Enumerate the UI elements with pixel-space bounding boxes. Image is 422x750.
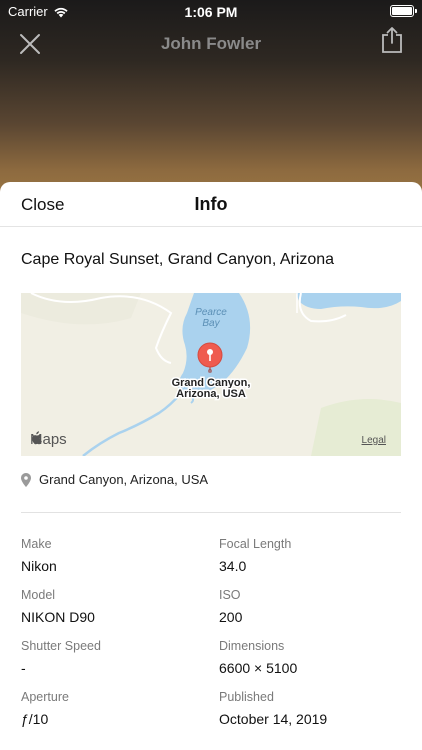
- status-time: 1:06 PM: [184, 4, 238, 20]
- location-pin-icon: [21, 472, 31, 487]
- photo-navbar: John Fowler: [0, 26, 422, 62]
- photographer-name: John Fowler: [160, 34, 262, 53]
- exif-value: 200: [219, 609, 243, 625]
- exif-value: -: [21, 660, 26, 676]
- exif-label: Published: [219, 690, 274, 704]
- info-sheet: Close Info Cape Royal Sunset, Grand Cany…: [0, 182, 422, 750]
- exif-shutter-speed: Shutter Speed -: [21, 639, 201, 676]
- sheet-header: Close Info: [0, 182, 422, 227]
- exif-published: Published October 14, 2019: [219, 690, 399, 727]
- apple-logo-icon: [32, 431, 42, 445]
- share-icon[interactable]: [380, 26, 404, 54]
- exif-label: ISO: [219, 588, 241, 602]
- exif-value: October 14, 2019: [219, 711, 328, 727]
- exif-value: 34.0: [219, 558, 247, 574]
- location-row: Grand Canyon, Arizona, USA: [21, 472, 208, 487]
- location-map[interactable]: Pearce Bay Grand Canyon, Arizona, USA Ma…: [21, 293, 401, 456]
- maps-logo: Maps: [30, 431, 67, 448]
- battery-icon: [390, 5, 417, 17]
- pin-label-line2: Arizona, USA: [176, 388, 246, 400]
- legal-link[interactable]: Legal: [362, 435, 386, 446]
- map-graphic: Pearce Bay Grand Canyon, Arizona, USA: [21, 293, 401, 456]
- sheet-title: Info: [194, 194, 228, 214]
- exif-label: Dimensions: [219, 639, 285, 653]
- exif-iso: ISO 200: [219, 588, 399, 625]
- exif-dimensions: Dimensions 6600 × 5100: [219, 639, 399, 676]
- exif-make: Make Nikon: [21, 537, 201, 574]
- bay-label-line2: Bay: [202, 318, 220, 329]
- location-text: Grand Canyon, Arizona, USA: [39, 472, 209, 487]
- exif-value: 6600 × 5100: [219, 660, 298, 676]
- exif-label: Model: [21, 588, 56, 602]
- divider: [21, 512, 401, 513]
- bay-label-line1: Pearce: [195, 307, 227, 318]
- exif-value: Nikon: [21, 558, 57, 574]
- exif-aperture: Aperture ƒ/10: [21, 690, 201, 727]
- photo-location-title: Cape Royal Sunset, Grand Canyon, Arizona: [21, 251, 335, 268]
- exif-label: Make: [21, 537, 52, 551]
- exif-value: NIKON D90: [21, 609, 95, 625]
- exif-label: Aperture: [21, 690, 69, 704]
- exif-focal-length: Focal Length 34.0: [219, 537, 399, 574]
- exif-value: ƒ/10: [21, 711, 49, 727]
- exif-label: Shutter Speed: [21, 639, 101, 653]
- exif-label: Focal Length: [219, 537, 292, 551]
- status-bar: Carrier 1:06 PM: [0, 0, 422, 24]
- exif-model: Model NIKON D90: [21, 588, 201, 625]
